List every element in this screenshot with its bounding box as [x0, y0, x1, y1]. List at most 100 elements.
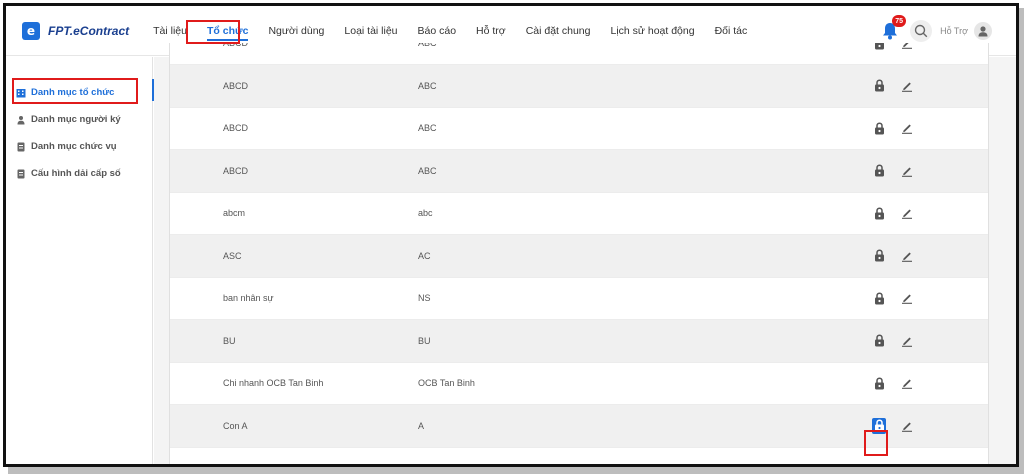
sidebar-item-label: Danh mục người ký: [31, 114, 121, 125]
edit-button[interactable]: [900, 43, 914, 51]
edit-button[interactable]: [900, 248, 914, 264]
sidebar-item-danh-muc-to-chuc[interactable]: Danh mục tổ chức: [6, 79, 152, 106]
table-row: ABCD ABC: [170, 149, 988, 193]
lock-button[interactable]: [872, 120, 886, 136]
lock-button[interactable]: [872, 78, 886, 94]
org-code-cell: AC: [418, 250, 431, 261]
document-icon: [16, 169, 26, 179]
edit-icon: [902, 43, 912, 49]
edit-icon: [902, 294, 912, 304]
sidebar-item-cau-hinh-dai-cap-so[interactable]: Cấu hình dải cấp số: [6, 160, 152, 187]
org-name-cell: Con A: [223, 420, 248, 431]
nav-item-label: Tổ chức: [206, 24, 249, 37]
org-name-cell: ABCD: [223, 80, 249, 91]
lock-button[interactable]: [872, 43, 886, 51]
lock-icon: [874, 164, 884, 177]
lock-button[interactable]: [872, 375, 886, 391]
edit-icon: [902, 422, 912, 432]
nav-item-label: Hỗ trợ: [476, 24, 506, 37]
app-name: FPT.eContract: [48, 23, 130, 38]
nav-item-label: Cài đặt chung: [525, 24, 591, 37]
org-name-cell: BU: [223, 335, 236, 346]
sidebar-item-label: Cấu hình dải cấp số: [31, 168, 121, 179]
nav-item-label: Lịch sử hoạt động: [610, 24, 695, 37]
table-row: ABCD ABC: [170, 43, 988, 65]
logo-letter: e: [26, 23, 36, 38]
lock-icon: [874, 121, 884, 134]
table-row: ABCD ABC: [170, 64, 988, 108]
edit-button[interactable]: [900, 205, 914, 221]
lock-button[interactable]: [872, 205, 886, 221]
sidebar: Danh mục tổ chức Danh mục người ký Danh …: [6, 57, 154, 464]
logo-icon: e: [22, 21, 40, 40]
notification-count: 75: [892, 15, 907, 27]
lock-icon: [874, 206, 884, 219]
edit-icon: [902, 337, 912, 347]
edit-icon: [902, 167, 912, 177]
lock-button[interactable]: [872, 163, 886, 179]
avatar[interactable]: [974, 22, 992, 40]
edit-button[interactable]: [900, 418, 914, 434]
edit-icon: [902, 124, 912, 134]
notification-button[interactable]: 75: [880, 15, 907, 41]
org-code-cell: abc: [418, 208, 433, 218]
lock-button[interactable]: [872, 417, 886, 434]
nav-item-label: Người dùng: [268, 24, 325, 37]
org-name-cell: ABCD: [223, 165, 249, 176]
edit-icon: [902, 252, 912, 262]
edit-button[interactable]: [900, 333, 914, 349]
edit-button[interactable]: [900, 120, 914, 136]
org-name-cell: ABCD: [223, 43, 249, 48]
org-name-cell: abcm: [223, 208, 246, 218]
edit-button[interactable]: [900, 290, 914, 306]
lock-icon: [874, 334, 884, 347]
lock-icon: [874, 291, 884, 304]
org-code-cell: ABC: [418, 80, 437, 91]
lock-icon: [874, 419, 884, 432]
sidebar-item-label: Danh mục tổ chức: [31, 87, 115, 98]
table-row: ASC AC: [170, 234, 988, 278]
user-name[interactable]: Hỗ Trợ: [940, 26, 968, 36]
sidebar-item-label: Danh mục chức vụ: [31, 141, 117, 152]
org-code-cell: OCB Tan Binh: [418, 378, 475, 388]
edit-button[interactable]: [900, 375, 914, 391]
org-code-cell: ABC: [418, 165, 437, 176]
edit-icon: [902, 209, 912, 219]
nav-item-label: Loại tài liệu: [344, 24, 398, 37]
table-row: abcm abc: [170, 192, 988, 235]
search-button[interactable]: [910, 20, 933, 42]
lock-button[interactable]: [872, 290, 886, 306]
lock-icon: [874, 249, 884, 262]
sidebar-item-danh-muc-chuc-vu[interactable]: Danh mục chức vụ: [6, 133, 152, 160]
org-table: ABCD ABC ABCD ABC ABCD ABC ABCD ABC abcm abc ASC AC…: [169, 43, 989, 464]
edit-button[interactable]: [900, 78, 914, 94]
lock-icon: [874, 79, 884, 92]
app-logo[interactable]: e FPT.eContract: [22, 21, 130, 40]
edit-icon: [902, 82, 912, 92]
lock-icon: [874, 43, 884, 49]
nav-item-label: Đối tác: [714, 24, 748, 37]
search-icon: [914, 24, 928, 38]
building-icon: [16, 88, 26, 98]
nav-item-label: Tài liệu: [153, 24, 187, 37]
org-name-cell: Chi nhanh OCB Tan Binh: [223, 378, 324, 388]
edit-button[interactable]: [900, 163, 914, 179]
table-row: BU BU: [170, 319, 988, 363]
table-row: Con A A: [170, 404, 988, 448]
org-code-cell: BU: [418, 335, 431, 346]
table-row: ban nhân sự NS: [170, 277, 988, 320]
lock-button[interactable]: [872, 248, 886, 264]
sidebar-item-danh-muc-nguoi-ky[interactable]: Danh mục người ký: [6, 106, 152, 133]
org-code-cell: A: [418, 420, 425, 431]
org-code-cell: NS: [418, 293, 431, 303]
org-name-cell: ABCD: [223, 123, 249, 133]
org-name-cell: ASC: [223, 250, 242, 261]
edit-icon: [902, 379, 912, 389]
user-avatar-icon: [978, 26, 988, 37]
org-code-cell: ABC: [418, 123, 437, 133]
table-row: Chi nhanh OCB Tan Binh OCB Tan Binh: [170, 362, 988, 405]
org-name-cell: ban nhân sự: [223, 293, 274, 303]
org-code-cell: ABC: [418, 43, 437, 48]
lock-button[interactable]: [872, 333, 886, 349]
